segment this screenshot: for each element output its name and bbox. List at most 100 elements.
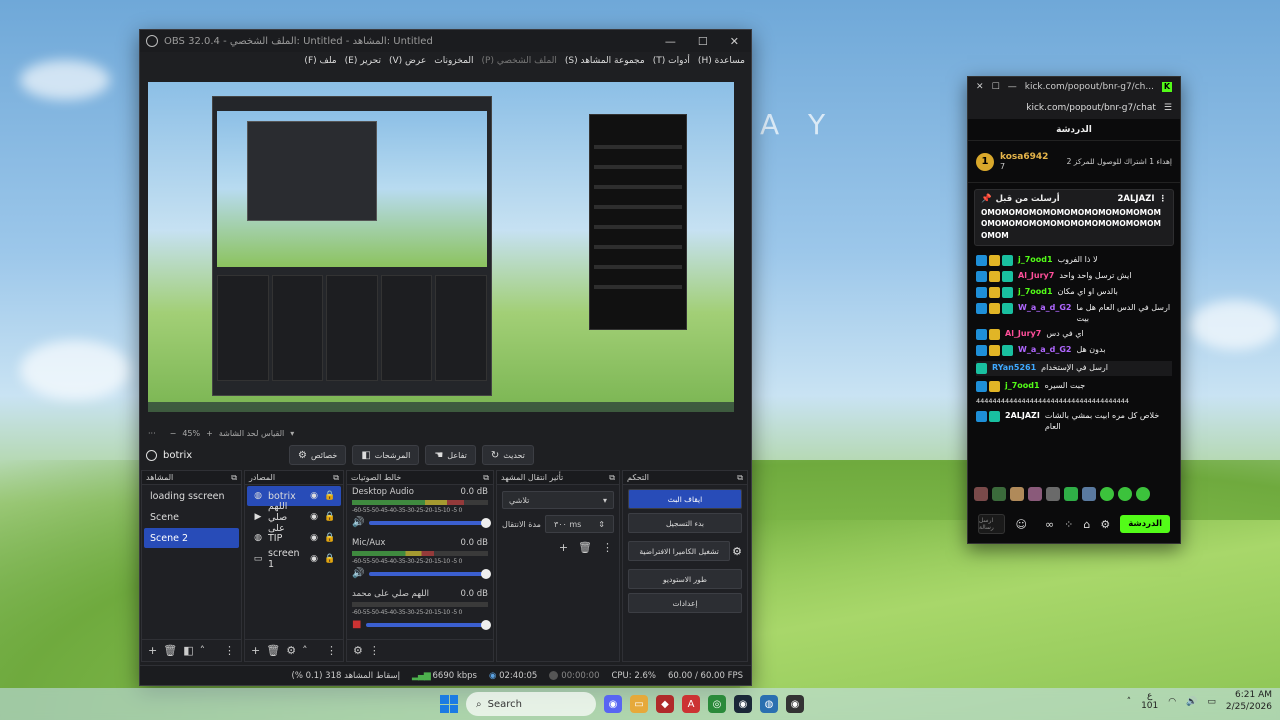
- speaker-icon[interactable]: 🔊: [352, 517, 364, 528]
- maximize-button[interactable]: ☐: [992, 82, 1000, 92]
- move-up-button[interactable]: ˄: [302, 644, 308, 657]
- refresh-button[interactable]: ↻ تحديث: [481, 445, 534, 465]
- emote-icon[interactable]: [1100, 487, 1114, 501]
- settings-button[interactable]: إعدادات: [628, 593, 742, 613]
- start-virtual-camera-button[interactable]: تشغيل الكاميرا الافتراضية: [628, 541, 731, 561]
- lock-icon[interactable]: 🔒: [324, 554, 336, 564]
- undock-icon[interactable]: ⧉: [231, 473, 237, 483]
- emote-icon[interactable]: [1010, 487, 1024, 501]
- emote-icon[interactable]: [1046, 487, 1060, 501]
- lock-icon[interactable]: 🔒: [324, 512, 336, 522]
- undock-icon[interactable]: ⧉: [333, 473, 339, 483]
- adobe-icon[interactable]: A: [682, 695, 700, 713]
- filters-button[interactable]: ◧ المرشحات: [352, 445, 420, 465]
- zoom-dots[interactable]: ···: [148, 429, 156, 438]
- eye-icon[interactable]: ◉: [308, 554, 320, 564]
- start-recording-button[interactable]: بدء التسجيل: [628, 513, 742, 533]
- more-menu-icon[interactable]: ⋮: [224, 644, 235, 657]
- emote-icon[interactable]: [1136, 487, 1150, 501]
- minimize-button[interactable]: —: [1008, 82, 1017, 92]
- remove-scene-button[interactable]: 🗑: [163, 644, 177, 657]
- wifi-icon[interactable]: ◠: [1168, 697, 1176, 707]
- volume-icon[interactable]: 🔊: [1186, 697, 1197, 707]
- source-item[interactable]: ▶ اللهم صلي على ◉ 🔒: [247, 501, 341, 534]
- language-indicator[interactable]: ع 101: [1141, 691, 1158, 712]
- transition-select[interactable]: تلاشي ▾: [502, 491, 614, 509]
- more-menu-icon[interactable]: ⋮: [326, 644, 337, 657]
- folder-icon[interactable]: ▭: [630, 695, 648, 713]
- stop-streaming-button[interactable]: ايقاف البث: [628, 489, 742, 509]
- battery-icon[interactable]: ▭: [1207, 697, 1216, 707]
- menu-profile[interactable]: الملف الشخصي (P): [482, 56, 557, 66]
- volume-slider[interactable]: [366, 619, 491, 630]
- add-source-button[interactable]: +: [251, 644, 260, 657]
- settings-sliders-icon[interactable]: ☰: [1164, 103, 1172, 113]
- gear-icon[interactable]: ⚙: [1100, 518, 1110, 531]
- scene-filters-button[interactable]: ◧: [183, 644, 193, 657]
- add-scene-button[interactable]: +: [148, 644, 157, 657]
- more-menu-icon[interactable]: ⋮: [602, 541, 613, 554]
- more-menu-icon[interactable]: ⋮: [1159, 194, 1168, 204]
- start-button[interactable]: [440, 695, 458, 713]
- menu-view[interactable]: عرض (V): [389, 56, 426, 66]
- menu-tools[interactable]: أدوات (T): [653, 56, 690, 66]
- remove-transition-button[interactable]: 🗑: [578, 541, 592, 554]
- properties-button[interactable]: ⚙ خصائص: [289, 445, 347, 465]
- emote-icon[interactable]: [1028, 487, 1042, 501]
- interact-button[interactable]: ☚ تفاعل: [425, 445, 476, 465]
- zoom-minus-button[interactable]: −: [170, 429, 177, 438]
- emote-icon[interactable]: [974, 487, 988, 501]
- zoom-plus-button[interactable]: +: [206, 429, 213, 438]
- eye-icon[interactable]: ◉: [308, 533, 320, 543]
- add-transition-button[interactable]: +: [559, 541, 568, 554]
- send-chat-button[interactable]: الدردشة: [1120, 515, 1170, 533]
- zoom-fit-label[interactable]: القياس لحد الشاشة: [219, 429, 284, 438]
- more-menu-icon[interactable]: ⋮: [369, 644, 380, 657]
- remove-source-button[interactable]: 🗑: [266, 644, 280, 657]
- app-icon[interactable]: ◆: [656, 695, 674, 713]
- scene-item[interactable]: loading sscreen: [144, 486, 239, 506]
- mixer-settings-button[interactable]: ⚙: [353, 644, 363, 657]
- close-button[interactable]: ✕: [730, 35, 739, 48]
- url-text[interactable]: kick.com/popout/bnr-g7/chat: [1026, 103, 1156, 113]
- scene-item[interactable]: Scene: [144, 507, 239, 527]
- volume-slider[interactable]: [369, 568, 491, 579]
- store-icon[interactable]: ⌂: [1083, 518, 1090, 531]
- source-settings-button[interactable]: ⚙: [286, 644, 296, 657]
- maximize-button[interactable]: ☐: [698, 35, 708, 48]
- obs-icon[interactable]: ◉: [786, 695, 804, 713]
- spinner-icon[interactable]: ⇕: [598, 520, 605, 529]
- emote-icon[interactable]: [992, 487, 1006, 501]
- emoji-icon[interactable]: ☺: [1015, 518, 1026, 531]
- gear-icon[interactable]: ⚙: [732, 545, 742, 558]
- chat-input[interactable]: ارسل رسالة: [978, 514, 1006, 534]
- chevron-up-icon[interactable]: ˄: [1127, 697, 1132, 707]
- steam-icon[interactable]: ◉: [734, 695, 752, 713]
- lock-icon[interactable]: 🔒: [324, 491, 336, 501]
- minimize-button[interactable]: —: [665, 35, 676, 48]
- discord-icon[interactable]: ◉: [604, 695, 622, 713]
- emote-icon[interactable]: [1064, 487, 1078, 501]
- menu-file[interactable]: ملف (F): [304, 56, 336, 66]
- clock[interactable]: 6:21 AM 2/25/2026: [1226, 690, 1272, 713]
- menu-help[interactable]: مساعدة (H): [698, 56, 745, 66]
- taskbar-search[interactable]: ⌕ Search: [466, 692, 596, 716]
- duration-input[interactable]: ٣٠٠ ms ⇕: [544, 515, 614, 533]
- close-button[interactable]: ✕: [976, 82, 984, 92]
- menu-scene-collection[interactable]: مجموعة المشاهد (S): [565, 56, 645, 66]
- menu-docks[interactable]: المخزونات: [434, 56, 473, 66]
- pinned-user[interactable]: 2ALJAZI: [1118, 194, 1155, 204]
- menu-edit[interactable]: تحرير (E): [345, 56, 381, 66]
- zoom-dropdown-icon[interactable]: ▾: [290, 429, 294, 438]
- emote-icon[interactable]: [1082, 487, 1096, 501]
- studio-mode-button[interactable]: طور الاستوديو: [628, 569, 742, 589]
- scene-item-active[interactable]: Scene 2: [144, 528, 239, 548]
- speaker-icon[interactable]: ■: [352, 619, 361, 630]
- chrome-icon[interactable]: ◎: [708, 695, 726, 713]
- source-item[interactable]: ▭ screen 1 ◉ 🔒: [247, 548, 341, 570]
- browser-icon[interactable]: ◍: [760, 695, 778, 713]
- undock-icon[interactable]: ⧉: [609, 473, 615, 483]
- preview-canvas[interactable]: [148, 82, 734, 412]
- eye-icon[interactable]: ◉: [308, 491, 320, 501]
- volume-slider[interactable]: [369, 517, 491, 528]
